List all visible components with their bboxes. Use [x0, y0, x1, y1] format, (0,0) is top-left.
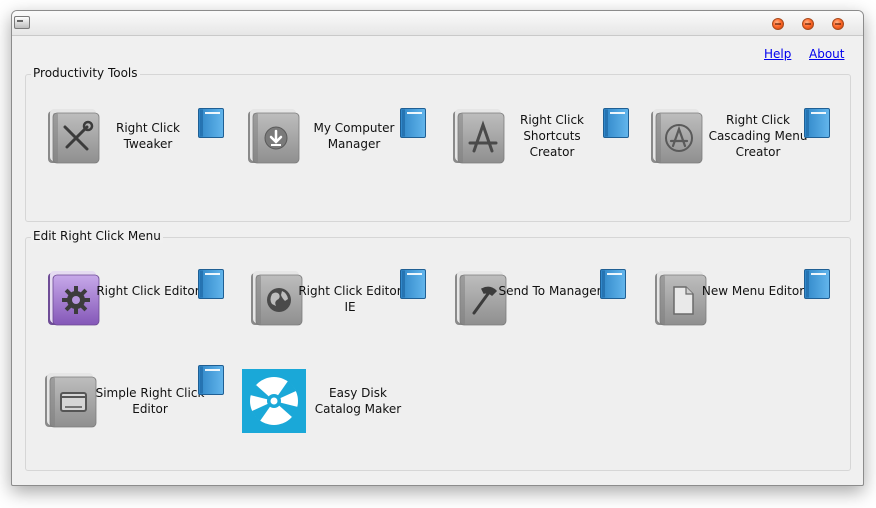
tool-right-click-shortcuts-creator[interactable]: Right Click Shortcuts Creator [450, 107, 640, 169]
help-book-icon[interactable] [400, 108, 426, 138]
help-book-icon[interactable] [198, 108, 224, 138]
tool-label: New Menu Editor [701, 284, 805, 298]
tool-right-click-editor[interactable]: Right Click Editor [45, 269, 225, 331]
minimize-button[interactable] [772, 18, 784, 30]
tool-right-click-tweaker[interactable]: Right Click Tweaker [45, 107, 225, 169]
help-book-icon[interactable] [400, 269, 426, 299]
tool-label: Right Click Tweaker [115, 121, 180, 151]
disc-icon [242, 369, 306, 433]
group-title-productivity-tools: Productivity Tools [31, 66, 140, 80]
tool-label: Right Click Editor [96, 284, 200, 298]
about-link[interactable]: About [809, 47, 844, 61]
tool-label: Right Click Editor IE [298, 284, 402, 314]
tool-label: Send To Manager [498, 284, 602, 298]
help-link[interactable]: Help [764, 47, 791, 61]
help-book-icon[interactable] [603, 108, 629, 138]
tool-my-computer-manager[interactable]: My Computer Manager [245, 107, 435, 169]
download-icon [247, 108, 300, 164]
tool-label: Easy Disk Catalog Maker [314, 386, 402, 416]
close-button[interactable] [832, 18, 844, 30]
tool-easy-disk-catalog-maker[interactable]: Easy Disk Catalog Maker [242, 369, 442, 435]
tool-label: Right Click Cascading Menu Creator [708, 113, 808, 159]
app-window: Help About Productivity Tools Right Clic… [11, 10, 864, 486]
tool-right-click-editor-ie[interactable]: Right Click Editor IE [248, 269, 438, 331]
help-book-icon[interactable] [804, 269, 830, 299]
tool-send-to-manager[interactable]: Send To Manager [452, 269, 642, 331]
help-book-icon[interactable] [198, 269, 224, 299]
title-bar [12, 11, 863, 36]
app-window-icon [14, 16, 30, 29]
tool-label: My Computer Manager [313, 121, 395, 151]
help-book-icon[interactable] [804, 108, 830, 138]
help-book-icon[interactable] [600, 269, 626, 299]
tool-new-menu-editor[interactable]: New Menu Editor [652, 269, 842, 331]
tool-right-click-cascading-menu-creator[interactable]: Right Click Cascading Menu Creator [648, 107, 838, 169]
group-title-edit-right-click-menu: Edit Right Click Menu [31, 229, 163, 243]
tool-label: Right Click Shortcuts Creator [519, 113, 584, 159]
maximize-button[interactable] [802, 18, 814, 30]
app-store-circle-icon [650, 108, 703, 164]
tool-simple-right-click-editor[interactable]: Simple Right Click Editor [42, 365, 232, 433]
help-book-icon[interactable] [198, 365, 224, 395]
tool-label: Simple Right Click Editor [95, 386, 205, 416]
